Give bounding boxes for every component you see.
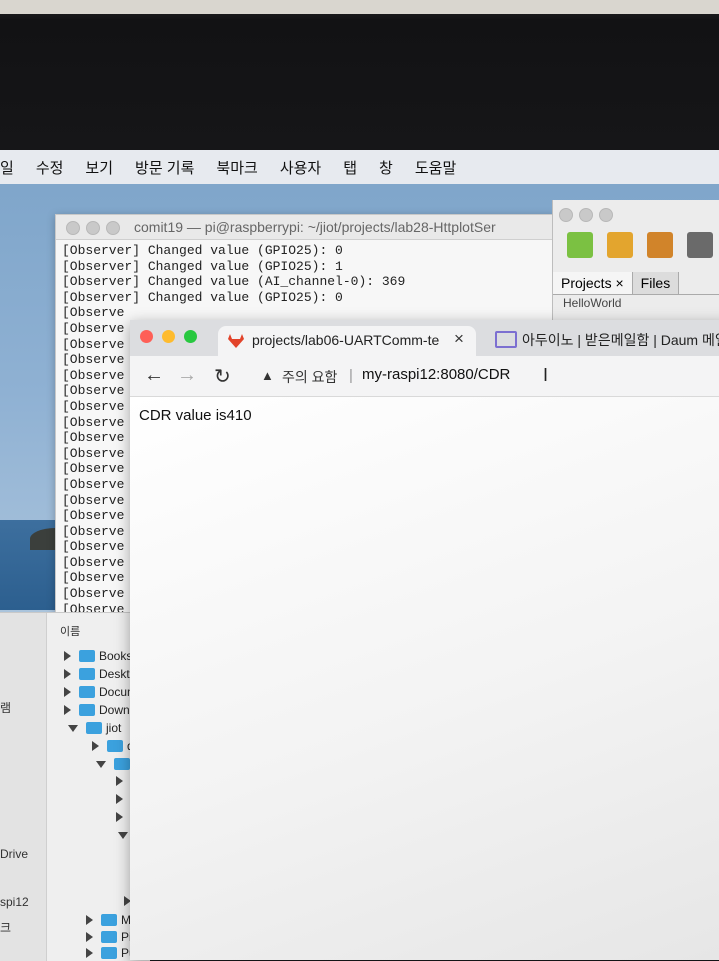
project-item[interactable]: HelloWorld: [563, 296, 621, 310]
disclosure-open-icon[interactable]: [96, 760, 106, 768]
terminal-title: comit19 — pi@raspberrypi: ~/jiot/project…: [134, 219, 496, 235]
finder-row[interactable]: Booksh: [64, 649, 139, 663]
terminal-line: [Observer] Changed value (GPIO25): 0: [62, 289, 343, 305]
cdr-value-text: CDR value is410: [139, 407, 252, 424]
tab-close-icon[interactable]: ×: [454, 329, 464, 349]
forward-button[interactable]: →: [177, 364, 197, 387]
finder-row-label: jiot: [106, 721, 122, 735]
disclosure-closed-icon[interactable]: [116, 776, 123, 786]
terminal-line: [Observe: [62, 305, 125, 321]
disclosure-closed-icon[interactable]: [64, 669, 71, 679]
disclosure-open-icon[interactable]: [68, 724, 78, 732]
new-file-icon[interactable]: [567, 232, 593, 258]
menu-history[interactable]: 방문 기록: [135, 157, 194, 178]
netbeans-close-button[interactable]: [559, 208, 573, 222]
sidebar-item-apps[interactable]: 램: [0, 699, 11, 716]
terminal-minimize-button[interactable]: [86, 221, 100, 235]
back-button[interactable]: ←: [144, 364, 164, 387]
disclosure-closed-icon[interactable]: [86, 915, 93, 925]
security-warning[interactable]: 주의 요함: [282, 367, 337, 387]
finder-row[interactable]: Docum: [64, 685, 137, 699]
browser-window: projects/lab06-UARTComm-te × 아두이노 | 받은메일…: [130, 320, 719, 960]
close-icon[interactable]: ×: [615, 275, 623, 291]
menu-tab[interactable]: 탭: [343, 157, 357, 178]
mail-icon: [495, 331, 517, 348]
tab-projects[interactable]: Projects ×: [553, 272, 633, 294]
folder-icon: [79, 650, 95, 662]
new-project-icon[interactable]: [607, 232, 633, 258]
folder-icon: [114, 758, 130, 770]
menu-help[interactable]: 도움말: [415, 157, 456, 178]
finder-window: 램 Drive spi12 크 이름 Booksh Deskto Docum Down…: [0, 612, 150, 961]
terminal-line: [Observer] Changed value (GPIO25): 1: [62, 258, 343, 274]
folder-icon: [101, 914, 117, 926]
menu-file[interactable]: 일: [0, 157, 14, 178]
tab-title: projects/lab06-UARTComm-te: [252, 332, 440, 348]
folder-icon: [79, 704, 95, 716]
save-icon[interactable]: [687, 232, 713, 258]
disclosure-closed-icon[interactable]: [116, 794, 123, 804]
folder-icon: [101, 947, 117, 959]
disclosure-closed-icon[interactable]: [92, 741, 99, 751]
url-separator: |: [349, 367, 353, 384]
address-bar[interactable]: my-raspi12:8080/CDR: [362, 366, 510, 383]
gitlab-icon: [228, 334, 244, 348]
disclosure-closed-icon[interactable]: [64, 687, 71, 697]
terminal-zoom-button[interactable]: [106, 221, 120, 235]
finder-row[interactable]: Deskto: [64, 667, 136, 681]
menubar: 일 수정 보기 방문 기록 북마크 사용자 탭 창 도움말: [0, 150, 719, 184]
column-header-name[interactable]: 이름: [60, 623, 80, 639]
browser-zoom-button[interactable]: [184, 330, 197, 343]
tab-projects-label: Projects: [561, 275, 612, 291]
terminal-line: [Observer] Changed value (AI_channel-0):…: [62, 274, 406, 290]
folder-icon: [86, 722, 102, 734]
text-cursor-icon: I: [543, 365, 549, 385]
menu-window[interactable]: 창: [379, 157, 393, 178]
terminal-titlebar[interactable]: comit19 — pi@raspberrypi: ~/jiot/project…: [56, 215, 556, 240]
browser-minimize-button[interactable]: [162, 330, 175, 343]
sidebar-item-raspi[interactable]: spi12: [0, 895, 29, 909]
menu-edit[interactable]: 수정: [36, 157, 64, 178]
netbeans-zoom-button[interactable]: [599, 208, 613, 222]
disclosure-closed-icon[interactable]: [64, 705, 71, 715]
tab-strip: projects/lab06-UARTComm-te × 아두이노 | 받은메일…: [130, 320, 719, 356]
disclosure-open-icon[interactable]: [118, 831, 128, 839]
menu-view[interactable]: 보기: [85, 157, 113, 178]
page-content: CDR value is410: [130, 397, 719, 960]
finder-sidebar: 램 Drive spi12 크: [0, 613, 47, 961]
menu-people[interactable]: 사용자: [280, 157, 321, 178]
finder-row[interactable]: Downlo: [64, 703, 139, 717]
sidebar-item-drive[interactable]: Drive: [0, 847, 28, 861]
disclosure-closed-icon[interactable]: [116, 812, 123, 822]
browser-close-button[interactable]: [140, 330, 153, 343]
netbeans-minimize-button[interactable]: [579, 208, 593, 222]
menu-bookmarks[interactable]: 북마크: [216, 157, 257, 178]
terminal-close-button[interactable]: [66, 221, 80, 235]
folder-icon: [101, 931, 117, 943]
warning-icon[interactable]: ▲: [261, 368, 274, 383]
desk-strip: [0, 0, 719, 14]
open-project-icon[interactable]: [647, 232, 673, 258]
browser-toolbar: ← → ↻ ▲ 주의 요함 | my-raspi12:8080/CDR I: [130, 356, 719, 397]
terminal-line: [Observer] Changed value (GPIO25): 0: [62, 243, 343, 258]
finder-row[interactable]: jiot: [68, 721, 121, 735]
folder-icon: [79, 686, 95, 698]
tab-files-label: Files: [640, 275, 671, 291]
tab-gitlab[interactable]: projects/lab06-UARTComm-te ×: [218, 326, 476, 356]
tab-files[interactable]: Files: [632, 272, 680, 294]
tab-mail[interactable]: 아두이노 | 받은메일함 | Daum 메일: [522, 330, 719, 350]
disclosure-closed-icon[interactable]: [86, 948, 93, 958]
folder-icon: [107, 740, 123, 752]
reload-button[interactable]: ↻: [214, 364, 231, 389]
sidebar-item-other[interactable]: 크: [0, 919, 11, 936]
screen-bezel: [0, 0, 719, 150]
disclosure-closed-icon[interactable]: [86, 932, 93, 942]
disclosure-closed-icon[interactable]: [64, 651, 71, 661]
folder-icon: [79, 668, 95, 680]
